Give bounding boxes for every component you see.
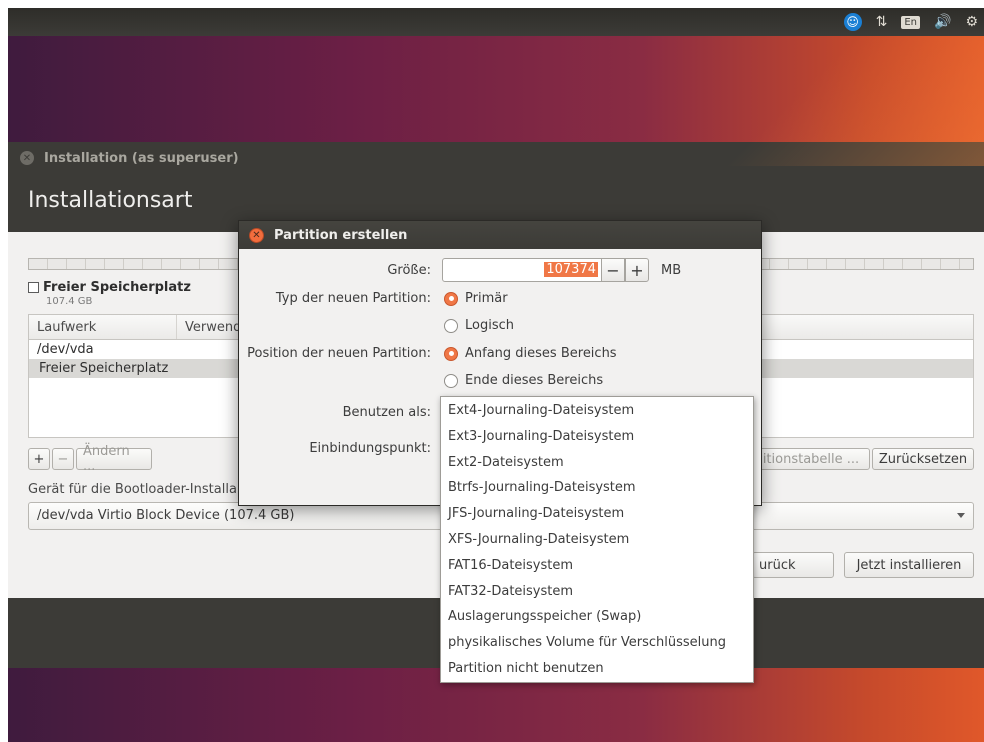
settings-gear-icon[interactable]: ⚙ [965, 14, 978, 30]
dropdown-option[interactable]: Partition nicht benutzen [441, 657, 753, 683]
reset-button[interactable]: Zurücksetzen [872, 448, 974, 470]
accessibility-icon[interactable]: ☺ [843, 13, 862, 31]
radio-start-label: Anfang dieses Bereichs [465, 346, 617, 361]
dropdown-option[interactable]: FAT32-Dateisystem [441, 580, 753, 606]
keyboard-layout-icon[interactable]: En [901, 15, 920, 29]
dialog-title: Partition erstellen [274, 227, 408, 243]
dropdown-option[interactable]: JFS-Journaling-Dateisystem [441, 502, 753, 528]
new-partition-table-button[interactable]: itionstabelle ... [752, 448, 870, 470]
add-partition-button[interactable]: + [28, 448, 50, 470]
radio-logical[interactable]: Logisch [444, 318, 514, 333]
volume-icon[interactable]: 🔊 [934, 14, 951, 30]
install-now-button[interactable]: Jetzt installieren [844, 552, 974, 578]
use-as-dropdown[interactable]: Ext4-Journaling-Dateisystem Ext3-Journal… [440, 396, 754, 683]
back-button[interactable]: urück [752, 552, 834, 578]
radio-unselected-icon [444, 318, 458, 333]
desktop: ☺ ⇅ En 🔊 ⚙ ✕ Installation (as superuser)… [8, 8, 984, 742]
dropdown-option[interactable]: Ext4-Journaling-Dateisystem [441, 399, 753, 425]
legend-swatch [28, 282, 39, 293]
keyboard-layout-label: En [901, 15, 920, 29]
size-input[interactable]: 107374 [442, 258, 602, 282]
chevron-down-icon [957, 513, 965, 518]
close-icon[interactable]: ✕ [249, 227, 264, 243]
network-icon[interactable]: ⇅ [876, 14, 888, 30]
dropdown-option[interactable]: Ext2-Dateisystem [441, 451, 753, 477]
page-title: Installationsart [28, 188, 193, 213]
dialog-titlebar: ✕ Partition erstellen [239, 221, 761, 249]
bootloader-label: Gerät für die Bootloader-Installa [28, 482, 237, 497]
dropdown-option[interactable]: XFS-Journaling-Dateisystem [441, 528, 753, 554]
dropdown-option[interactable]: FAT16-Dateisystem [441, 554, 753, 580]
partition-position-label: Position der neuen Partition: [247, 346, 431, 361]
radio-end-label: Ende dieses Bereichs [465, 373, 604, 388]
free-space-size: 107.4 GB [46, 296, 93, 307]
window-title: Installation (as superuser) [44, 150, 239, 166]
dropdown-option[interactable]: physikalisches Volume für Verschlüsselun… [441, 631, 753, 657]
radio-end[interactable]: Ende dieses Bereichs [444, 373, 603, 388]
remove-partition-button[interactable]: − [52, 448, 74, 470]
system-tray: ☺ ⇅ En 🔊 ⚙ [843, 12, 978, 32]
mount-point-label: Einbindungspunkt: [309, 441, 431, 456]
change-partition-button[interactable]: Ändern ... [76, 444, 152, 474]
radio-selected-icon [444, 291, 458, 306]
size-increment-button[interactable]: + [625, 258, 649, 282]
close-icon[interactable]: ✕ [20, 151, 34, 165]
bootloader-device-value: /dev/vda Virtio Block Device (107.4 GB) [37, 508, 295, 523]
radio-start[interactable]: Anfang dieses Bereichs [444, 346, 617, 361]
radio-selected-icon [444, 346, 458, 361]
size-decrement-button[interactable]: − [601, 258, 625, 282]
partition-type-label: Typ der neuen Partition: [275, 291, 431, 306]
installer-titlebar: ✕ Installation (as superuser) [8, 142, 984, 174]
dropdown-option[interactable]: Btrfs-Journaling-Dateisystem [441, 476, 753, 502]
radio-logical-label: Logisch [465, 318, 514, 333]
size-label: Größe: [387, 263, 431, 278]
top-panel: ☺ ⇅ En 🔊 ⚙ [8, 8, 984, 36]
free-space-label: Freier Speicherplatz [43, 280, 191, 295]
partition-legend: Freier Speicherplatz 107.4 GB [28, 280, 191, 307]
size-unit: MB [661, 263, 682, 278]
dropdown-option[interactable]: Auslagerungsspeicher (Swap) [441, 605, 753, 631]
dropdown-option[interactable]: Ext3-Journaling-Dateisystem [441, 425, 753, 451]
use-as-label: Benutzen als: [342, 405, 431, 420]
radio-unselected-icon [444, 373, 458, 388]
column-header-drive[interactable]: Laufwerk [29, 315, 177, 339]
radio-primary[interactable]: Primär [444, 291, 508, 306]
radio-primary-label: Primär [465, 291, 508, 306]
size-value: 107374 [544, 262, 598, 277]
